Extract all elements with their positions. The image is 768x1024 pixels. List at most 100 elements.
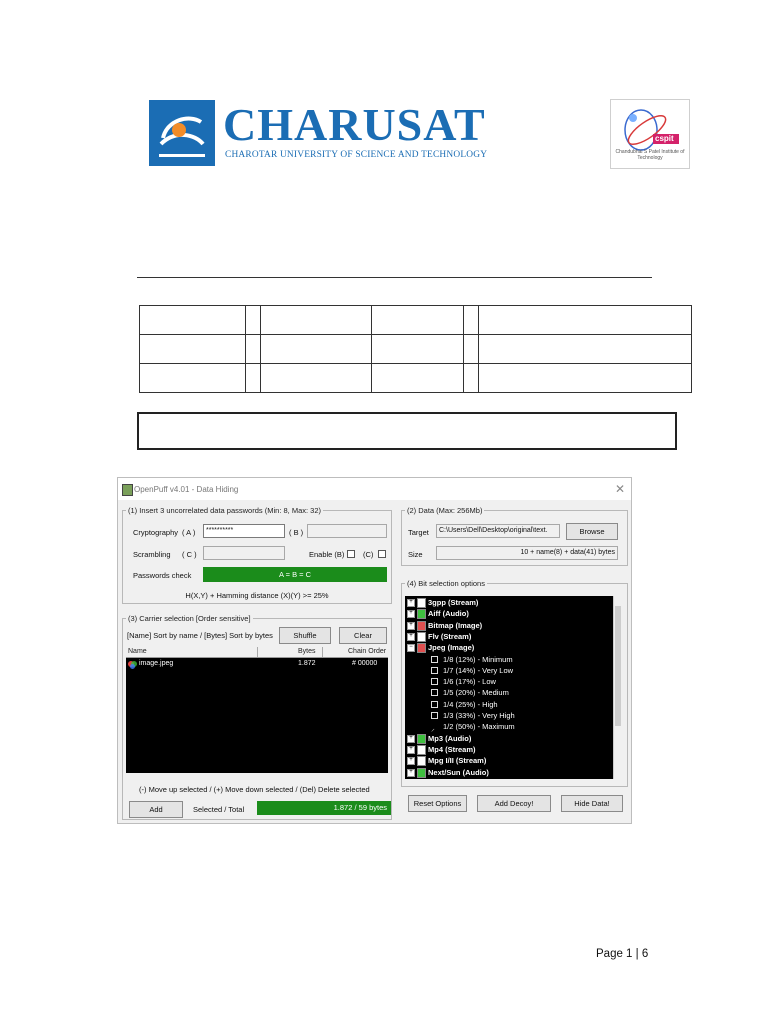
passwords-check-bar: A = B = C (203, 567, 387, 582)
carrier-chain-order: # 00000 (352, 660, 378, 667)
tree-item-label: Mp4 (Stream) (428, 744, 476, 754)
password-b-label: ( B ) (289, 528, 304, 537)
details-cell (478, 334, 692, 364)
format-icon (417, 598, 426, 608)
passwords-check-label: Passwords check (133, 571, 192, 580)
carrier-help-text: (-) Move up selected / (+) Move down sel… (139, 785, 370, 794)
option-checkbox[interactable] (431, 700, 438, 708)
option-checkbox[interactable] (431, 712, 438, 719)
bit-selection-group: (4) Bit selection options +3gpp (Stream)… (401, 579, 628, 787)
expand-icon[interactable]: + (407, 745, 415, 754)
details-cell (260, 363, 372, 393)
cryptography-label: Cryptography (133, 528, 179, 537)
expand-icon[interactable]: + (407, 734, 415, 743)
hamming-text: H(X,Y) + Hamming distance (X)(Y) >= 25% (185, 591, 329, 600)
enable-b-checkbox[interactable] (347, 550, 355, 558)
data-group: (2) Data (Max: 256Mb) Target C:\Users\De… (401, 506, 628, 566)
details-cell (245, 334, 261, 364)
carrier-list[interactable]: Name Bytes Chain Order image.jpeg 1.872 … (126, 647, 388, 773)
add-decoy-button[interactable]: Add Decoy! (477, 795, 551, 812)
enable-c-label: (C) (363, 550, 374, 559)
charusat-emblem-icon (149, 100, 215, 166)
jpeg-file-icon (128, 660, 137, 671)
option-checkbox[interactable] (431, 689, 438, 697)
password-c-input[interactable] (203, 546, 285, 560)
details-cell (371, 334, 464, 364)
add-carrier-button[interactable]: Add (129, 801, 183, 818)
reset-options-button[interactable]: Reset Options (408, 795, 467, 812)
bit-selection-tree[interactable]: +3gpp (Stream) + Aiff (Audio) + Bitmap (Imag… (405, 596, 613, 779)
data-legend: (2) Data (Max: 256Mb) (407, 506, 483, 515)
option-checkbox[interactable] (431, 678, 438, 686)
hide-data-button[interactable]: Hide Data! (561, 795, 623, 812)
close-icon[interactable]: ✕ (615, 482, 625, 496)
clear-button[interactable]: Clear (339, 627, 387, 644)
format-icon (417, 631, 426, 642)
size-field: 10 + name(8) + data(41) bytes (436, 546, 618, 560)
details-cell (463, 334, 479, 364)
column-bytes[interactable]: Bytes (298, 648, 316, 655)
target-path-field: C:\Users\Dell\Desktop\original\text. (436, 524, 560, 538)
password-a-input[interactable]: ********** (203, 524, 285, 538)
option-label: 1/2 (50%) - Maximum (443, 722, 515, 732)
details-row (139, 363, 692, 393)
expand-icon[interactable]: + (407, 610, 415, 619)
title-box (137, 412, 677, 450)
charusat-logo-subtitle: CHAROTAR UNIVERSITY OF SCIENCE AND TECHN… (225, 150, 488, 160)
details-cell (245, 363, 261, 393)
tree-item-label: Next/Sun (Audio) (428, 767, 489, 777)
format-icon (417, 609, 426, 620)
passwords-legend: (1) Insert 3 uncorrelated data passwords… (128, 506, 322, 515)
password-a-label: ( A ) (182, 528, 196, 537)
carrier-list-header: Name Bytes Chain Order (126, 647, 388, 658)
expand-icon[interactable]: + (407, 632, 415, 641)
shuffle-button[interactable]: Shuffle (279, 627, 331, 644)
option-label: 1/5 (20%) - Medium (443, 688, 509, 698)
option-label: 1/6 (17%) - Low (443, 677, 496, 687)
expand-icon[interactable]: + (407, 599, 415, 607)
bit-tree-scrollbar[interactable] (613, 596, 623, 779)
tree-item-label: Flv (Stream) (428, 631, 472, 641)
format-icon (417, 744, 426, 755)
name-underline (137, 277, 652, 278)
expand-icon[interactable]: + (407, 757, 415, 766)
sort-help-text: [Name] Sort by name / [Bytes] Sort by by… (127, 631, 273, 640)
option-checkbox[interactable] (431, 666, 438, 674)
app-icon (122, 484, 133, 496)
details-cell (139, 305, 246, 335)
carrier-file-bytes: 1.872 (298, 660, 316, 667)
enable-c-checkbox[interactable] (378, 550, 386, 558)
expand-icon[interactable]: + (407, 768, 415, 777)
tree-item-label: Jpeg (Image) (428, 643, 475, 653)
collapse-icon[interactable]: − (407, 644, 415, 653)
tree-item-label: 3gpp (Stream) (428, 598, 479, 607)
tree-item-label: Aiff (Audio) (428, 609, 469, 619)
column-chain-order[interactable]: Chain Order (348, 648, 386, 655)
details-table (139, 305, 692, 393)
expand-icon[interactable]: + (407, 621, 415, 630)
size-label: Size (408, 550, 423, 559)
option-label: 1/3 (33%) - Very High (443, 711, 515, 720)
scrollbar-thumb[interactable] (615, 606, 621, 726)
format-icon (417, 643, 426, 654)
selected-total-label: Selected / Total (193, 805, 245, 814)
column-name[interactable]: Name (128, 648, 147, 655)
format-icon (417, 620, 426, 631)
details-row (139, 334, 692, 364)
option-checkbox[interactable] (431, 655, 438, 663)
target-label: Target (408, 528, 429, 537)
scrambling-label: Scrambling (133, 550, 171, 559)
tree-item-label: Mp3 (Audio) (428, 733, 472, 743)
selected-marker-icon[interactable]: ⸝ (431, 723, 438, 733)
format-icon (417, 756, 426, 767)
details-cell (371, 305, 464, 335)
carrier-group: (3) Carrier selection [Order sensitive] … (122, 614, 392, 820)
list-item[interactable]: image.jpeg 1.872 # 00000 (126, 659, 388, 670)
details-cell (260, 334, 372, 364)
details-cell (139, 363, 246, 393)
carrier-file-name: image.jpeg (139, 660, 174, 667)
browse-button[interactable]: Browse (566, 523, 618, 540)
cspit-logo: cspit Chandubhai S Patel Institute of Te… (610, 99, 690, 169)
details-cell (478, 363, 692, 393)
password-b-input[interactable] (307, 524, 387, 538)
